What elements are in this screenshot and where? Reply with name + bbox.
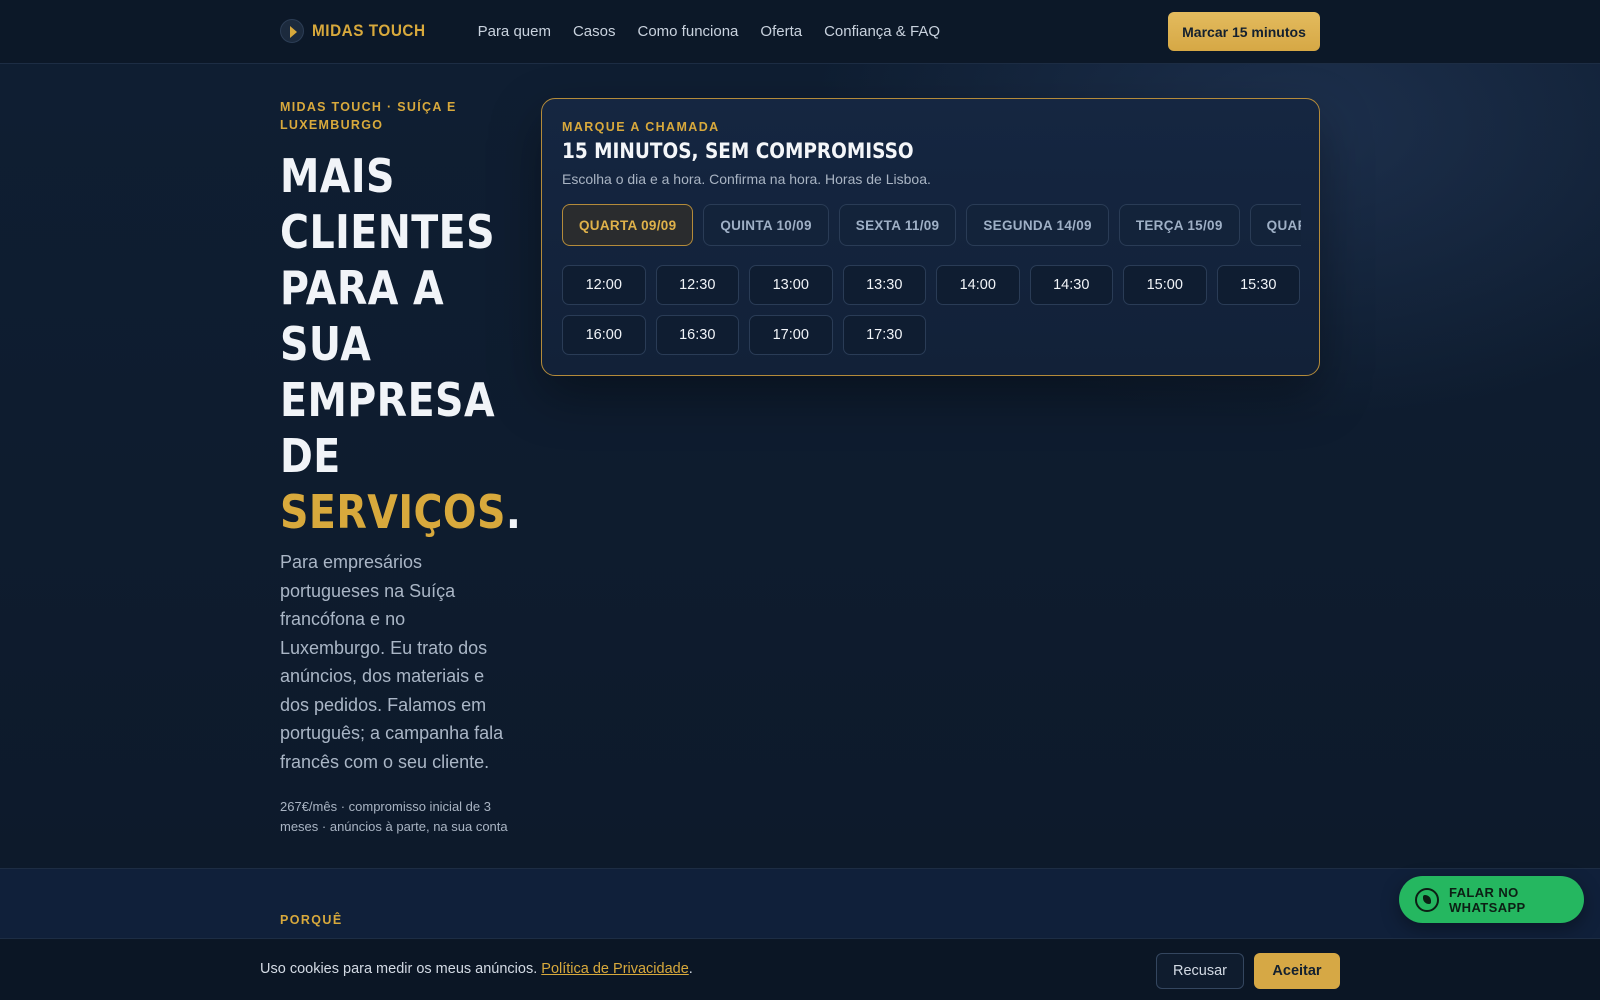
cookie-text: Uso cookies para medir os meus anúncios. <box>260 961 538 977</box>
brand-logo[interactable]: MIDAS TOUCH <box>280 19 438 43</box>
booking-subtitle: Escolha o dia e a hora. Confirma na hora… <box>562 171 931 187</box>
time-slot[interactable]: 15:30 <box>1216 265 1300 305</box>
cookie-message: Uso cookies para medir os meus anúncios.… <box>260 961 693 977</box>
time-slot[interactable]: 17:30 <box>842 315 926 355</box>
day-option[interactable]: SEXTA 11/09 <box>838 204 957 246</box>
time-slot[interactable]: 12:30 <box>655 265 739 305</box>
time-slot[interactable]: 12:00 <box>562 265 646 305</box>
nav-link-para-quem[interactable]: Para quem <box>478 23 551 40</box>
nav-link-confianca-faq[interactable]: Confiança & FAQ <box>824 23 940 40</box>
privacy-policy-link[interactable]: Política de Privacidade <box>541 961 689 977</box>
hero-subtitle: Para empresários portugueses na Suíça fr… <box>280 552 504 772</box>
time-slot[interactable]: 14:30 <box>1029 265 1113 305</box>
time-slot[interactable]: 15:00 <box>1123 265 1207 305</box>
time-slot[interactable]: 16:00 <box>562 315 646 355</box>
whatsapp-label: FALAR NO WHATSAPP <box>1449 884 1526 915</box>
booking-eyebrow: MARQUE A CHAMADA <box>562 120 720 134</box>
day-option[interactable]: QUINTA 10/09 <box>703 204 829 246</box>
hero-eyebrow: MIDAS TOUCH · SUÍÇA E LUXEMBURGO <box>280 100 457 132</box>
play-logo-icon <box>280 19 304 43</box>
cookie-banner: Uso cookies para medir os meus anúncios.… <box>0 938 1600 1000</box>
booking-card: MARQUE A CHAMADA 15 MINUTOS, SEM COMPROM… <box>541 98 1320 376</box>
time-slot[interactable]: 17:00 <box>749 315 833 355</box>
why-section <box>0 868 1600 938</box>
brand-name: MIDAS TOUCH <box>312 21 426 40</box>
day-option[interactable]: TERÇA 15/09 <box>1118 204 1240 246</box>
time-slot[interactable]: 13:30 <box>842 265 926 305</box>
price-note: 267€/mês · compromisso inicial de 3 mese… <box>280 799 508 834</box>
time-slot[interactable]: 13:00 <box>749 265 833 305</box>
hero-title-end: . <box>505 485 522 539</box>
hero-title-highlight: SERVIÇOS <box>280 485 506 539</box>
time-slot[interactable]: 14:00 <box>936 265 1020 305</box>
whatsapp-icon <box>1415 887 1439 912</box>
whatsapp-button[interactable]: FALAR NO WHATSAPP <box>1399 876 1584 923</box>
top-navigation-bar: MIDAS TOUCH Para quem Casos Como funcion… <box>0 0 1600 64</box>
book-call-button[interactable]: Marcar 15 minutos <box>1168 12 1320 51</box>
day-selector: QUARTA 09/09 QUINTA 10/09 SEXTA 11/09 SE… <box>562 204 1301 246</box>
hero-title-main: MAIS CLIENTES PARA A SUA EMPRESA DE <box>280 149 496 483</box>
nav-link-como-funciona[interactable]: Como funciona <box>638 23 739 40</box>
refuse-cookies-button[interactable]: Recusar <box>1156 953 1244 989</box>
day-option[interactable]: QUARTA 16/09 <box>1249 204 1301 246</box>
day-option-selected[interactable]: QUARTA 09/09 <box>562 204 694 246</box>
time-slot-grid: 12:00 12:30 13:00 13:30 14:00 14:30 15:0… <box>562 265 1301 355</box>
main-nav: Para quem Casos Como funciona Oferta Con… <box>478 23 940 40</box>
time-slot[interactable]: 16:30 <box>655 315 739 355</box>
nav-link-casos[interactable]: Casos <box>573 23 616 40</box>
hero-title: MAIS CLIENTES PARA A SUA EMPRESA DE SERV… <box>280 148 521 540</box>
nav-link-oferta[interactable]: Oferta <box>760 23 802 40</box>
why-section-eyebrow: PORQUÊ <box>280 913 343 927</box>
cookie-text-end: . <box>688 961 693 977</box>
day-option[interactable]: SEGUNDA 14/09 <box>966 204 1109 246</box>
booking-title: 15 MINUTOS, SEM COMPROMISSO <box>562 139 914 163</box>
accept-cookies-button[interactable]: Aceitar <box>1254 953 1340 989</box>
